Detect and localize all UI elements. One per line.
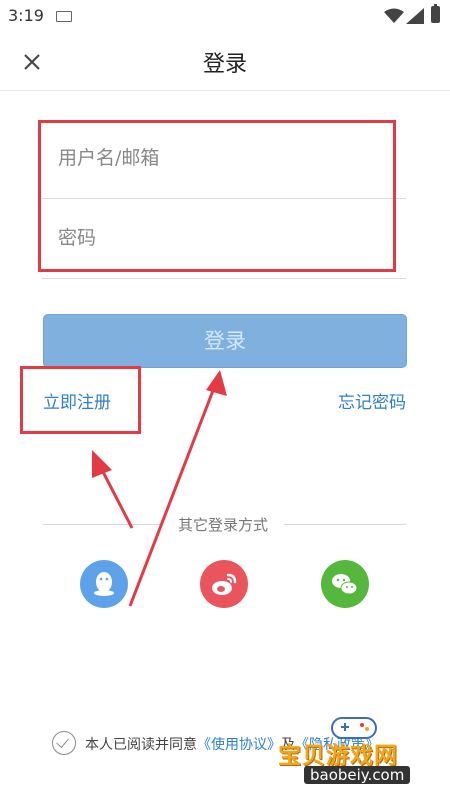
watermark-url: baobeiy.com: [304, 766, 411, 784]
annotation-arrows: [92, 370, 227, 607]
arrow-to-login: [128, 370, 227, 607]
agreement-checkbox[interactable]: [52, 731, 76, 755]
terms-link[interactable]: 《使用协议》: [197, 737, 281, 753]
watermark: 宝贝游戏网 baobeiy.com: [276, 712, 426, 792]
arrow-to-register: [92, 450, 134, 529]
agreement-prefix: 本人已阅读并同意: [85, 737, 197, 753]
watermark-text: 宝贝游戏网: [278, 743, 398, 769]
